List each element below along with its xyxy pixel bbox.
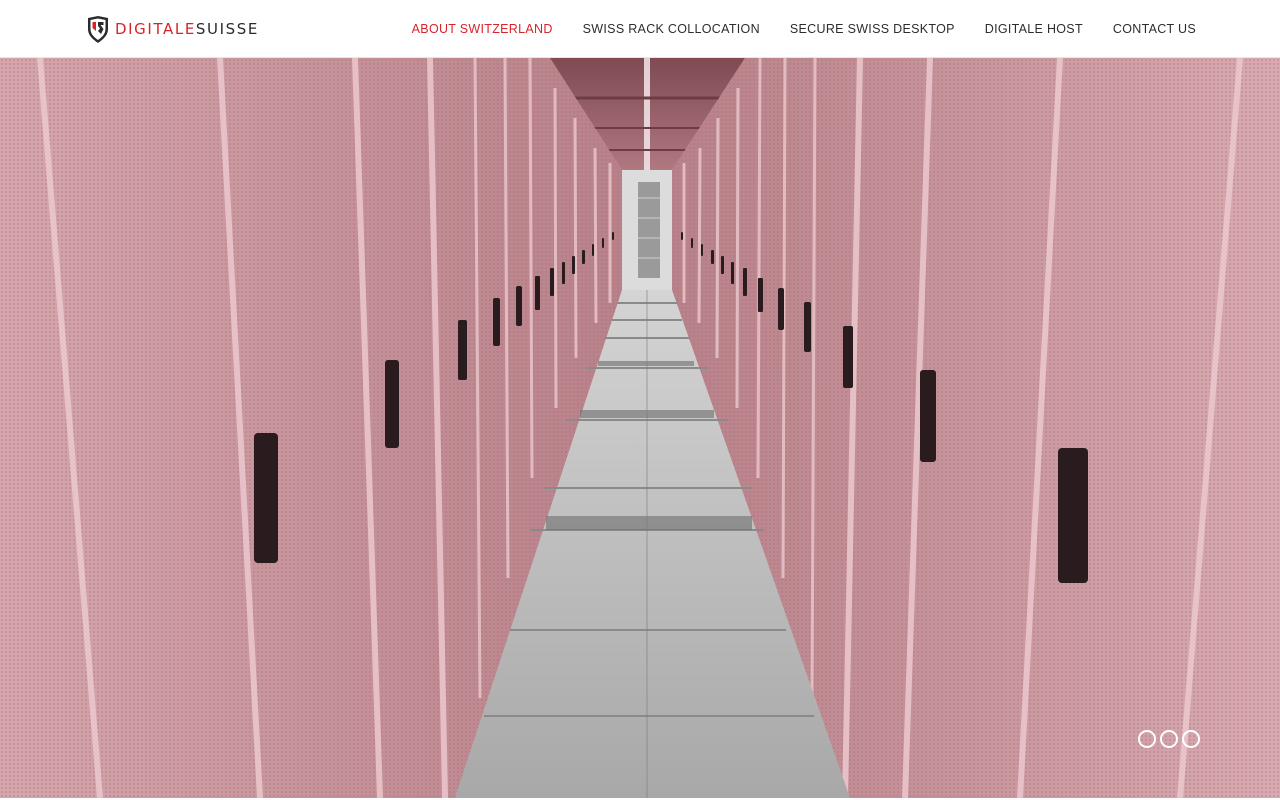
nav-about-switzerland[interactable]: ABOUT SWITZERLAND <box>412 22 553 36</box>
brand-name: DIGITALESUISSE <box>115 19 259 38</box>
nav-swiss-rack-collocation[interactable]: SWISS RACK COLLOCATION <box>583 22 760 36</box>
nav-contact-us[interactable]: CONTACT US <box>1113 22 1196 36</box>
shield-logo-icon <box>88 15 108 43</box>
slider-dot-2[interactable] <box>1160 730 1178 748</box>
nav-digitale-host[interactable]: DIGITALE HOST <box>985 22 1083 36</box>
nav-secure-swiss-desktop[interactable]: SECURE SWISS DESKTOP <box>790 22 955 36</box>
brand-logo[interactable]: DIGITALESUISSE <box>86 15 259 43</box>
brand-name-part1: DIGITALE <box>115 19 196 38</box>
site-header: DIGITALESUISSE ABOUT SWITZERLAND SWISS R… <box>0 0 1280 58</box>
main-nav: ABOUT SWITZERLAND SWISS RACK COLLOCATION… <box>382 0 1196 58</box>
hero-image <box>0 58 1280 798</box>
slider-dot-3[interactable] <box>1182 730 1200 748</box>
slider-dots <box>1138 730 1200 748</box>
slider-dot-1[interactable] <box>1138 730 1156 748</box>
brand-name-part2: SUISSE <box>195 19 259 38</box>
hero-slider <box>0 58 1280 798</box>
